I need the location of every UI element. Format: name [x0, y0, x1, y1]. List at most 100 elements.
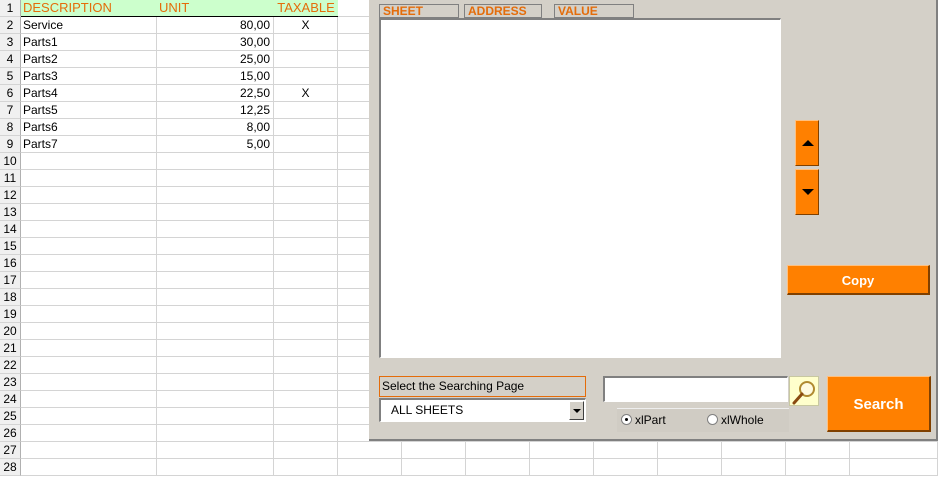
cell[interactable]: [157, 204, 274, 221]
row-number[interactable]: 18: [0, 289, 21, 306]
cell[interactable]: [157, 391, 274, 408]
cell[interactable]: [658, 459, 722, 476]
header-description[interactable]: DESCRIPTION: [21, 0, 157, 17]
cell[interactable]: [157, 170, 274, 187]
row-number[interactable]: 17: [0, 272, 21, 289]
cell[interactable]: [157, 408, 274, 425]
cell[interactable]: [21, 272, 157, 289]
cell[interactable]: [594, 442, 658, 459]
cell-taxable[interactable]: [274, 34, 338, 51]
cell[interactable]: [274, 459, 338, 476]
cell-taxable[interactable]: [274, 68, 338, 85]
search-button[interactable]: Search: [827, 376, 931, 432]
option-xlwhole[interactable]: xlWhole: [707, 414, 764, 427]
cell-description[interactable]: Parts4: [21, 85, 157, 102]
cell[interactable]: [274, 187, 338, 204]
cell[interactable]: [21, 153, 157, 170]
cell[interactable]: [274, 204, 338, 221]
cell-taxable[interactable]: [274, 119, 338, 136]
cell[interactable]: [157, 272, 274, 289]
cell[interactable]: [274, 306, 338, 323]
cell-unit[interactable]: 15,00: [157, 68, 274, 85]
cell[interactable]: [157, 374, 274, 391]
cell[interactable]: [21, 187, 157, 204]
cell[interactable]: [157, 255, 274, 272]
row-number[interactable]: 10: [0, 153, 21, 170]
cell[interactable]: [21, 289, 157, 306]
cell-description[interactable]: Parts7: [21, 136, 157, 153]
cell[interactable]: [338, 459, 402, 476]
cell[interactable]: [157, 153, 274, 170]
cell[interactable]: [157, 289, 274, 306]
cell[interactable]: [274, 323, 338, 340]
row-number[interactable]: 25: [0, 408, 21, 425]
cell[interactable]: [21, 459, 157, 476]
cell-unit[interactable]: 12,25: [157, 102, 274, 119]
cell-unit[interactable]: 30,00: [157, 34, 274, 51]
cell-unit[interactable]: 25,00: [157, 51, 274, 68]
cell-taxable[interactable]: [274, 136, 338, 153]
option-xlpart[interactable]: xlPart: [621, 414, 666, 427]
cell[interactable]: [21, 442, 157, 459]
cell[interactable]: [157, 442, 274, 459]
header-taxable[interactable]: TAXABLE: [274, 0, 338, 17]
row-number[interactable]: 21: [0, 340, 21, 357]
cell[interactable]: [157, 238, 274, 255]
cell[interactable]: [274, 442, 338, 459]
row-number[interactable]: 6: [0, 85, 21, 102]
cell-description[interactable]: Parts6: [21, 119, 157, 136]
cell[interactable]: [21, 374, 157, 391]
copy-button[interactable]: Copy: [787, 265, 930, 295]
cell[interactable]: [274, 408, 338, 425]
cell[interactable]: [658, 442, 722, 459]
cell[interactable]: [21, 357, 157, 374]
cell-taxable[interactable]: X: [274, 17, 338, 34]
row-number[interactable]: 8: [0, 119, 21, 136]
move-down-button[interactable]: [795, 169, 819, 215]
cell[interactable]: [530, 459, 594, 476]
cell[interactable]: [530, 442, 594, 459]
row-number[interactable]: 5: [0, 68, 21, 85]
cell[interactable]: [338, 442, 402, 459]
row-number[interactable]: 23: [0, 374, 21, 391]
cell-description[interactable]: Parts3: [21, 68, 157, 85]
cell[interactable]: [21, 238, 157, 255]
cell-description[interactable]: Parts2: [21, 51, 157, 68]
row-number[interactable]: 9: [0, 136, 21, 153]
header-unit[interactable]: UNIT: [157, 0, 274, 17]
cell[interactable]: [274, 289, 338, 306]
cell[interactable]: [157, 187, 274, 204]
cell[interactable]: [157, 459, 274, 476]
row-number[interactable]: 3: [0, 34, 21, 51]
cell[interactable]: [274, 272, 338, 289]
cell[interactable]: [594, 459, 658, 476]
cell[interactable]: [274, 357, 338, 374]
cell-unit[interactable]: 80,00: [157, 17, 274, 34]
cell[interactable]: [786, 442, 850, 459]
row-number[interactable]: 11: [0, 170, 21, 187]
cell[interactable]: [466, 459, 530, 476]
cell[interactable]: [21, 408, 157, 425]
cell[interactable]: [274, 170, 338, 187]
cell[interactable]: [850, 459, 938, 476]
row-number[interactable]: 27: [0, 442, 21, 459]
row-number[interactable]: 16: [0, 255, 21, 272]
row-number[interactable]: 20: [0, 323, 21, 340]
cell[interactable]: [274, 425, 338, 442]
cell-description[interactable]: Parts1: [21, 34, 157, 51]
cell[interactable]: [722, 442, 786, 459]
cell[interactable]: [274, 221, 338, 238]
cell[interactable]: [157, 306, 274, 323]
results-listbox[interactable]: [379, 18, 781, 358]
cell[interactable]: [850, 442, 938, 459]
row-number[interactable]: 4: [0, 51, 21, 68]
cell[interactable]: [21, 306, 157, 323]
cell[interactable]: [722, 459, 786, 476]
row-number[interactable]: 13: [0, 204, 21, 221]
row-number[interactable]: 1: [0, 0, 21, 17]
cell[interactable]: [21, 255, 157, 272]
row-number[interactable]: 26: [0, 425, 21, 442]
row-number[interactable]: 15: [0, 238, 21, 255]
cell[interactable]: [21, 221, 157, 238]
cell-description[interactable]: Parts5: [21, 102, 157, 119]
